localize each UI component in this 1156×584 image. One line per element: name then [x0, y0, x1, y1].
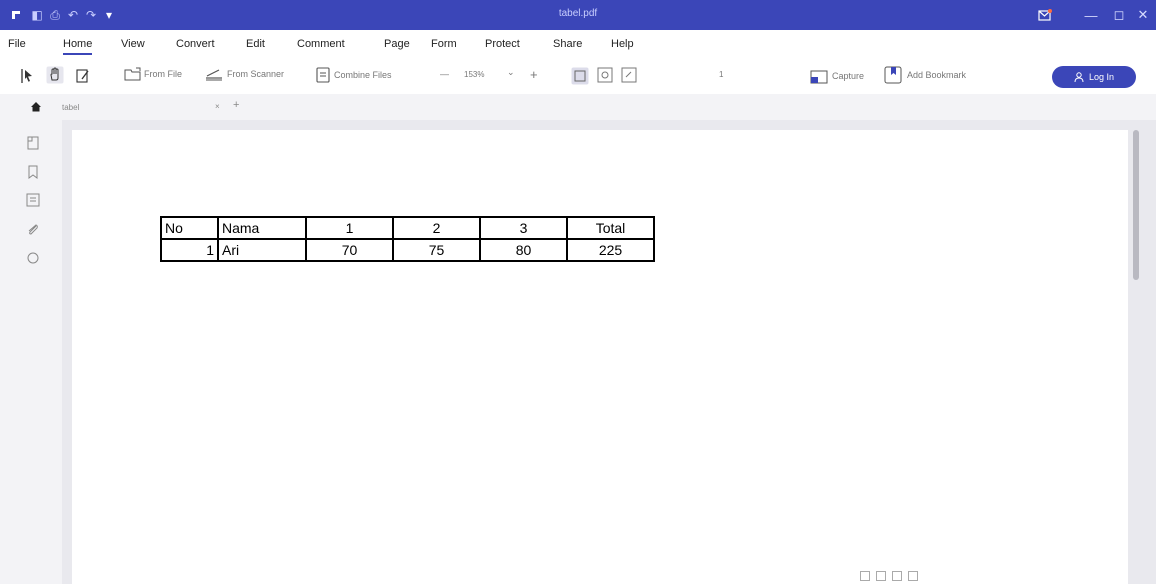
- attachments-icon[interactable]: [26, 223, 40, 237]
- combine-files-icon: [316, 67, 330, 83]
- table-cell: 70: [305, 238, 394, 262]
- thumbnails-icon[interactable]: [26, 136, 40, 150]
- bookmark-icon: [884, 66, 902, 84]
- table-header-row: No Nama 1 2 3 Total: [160, 216, 655, 240]
- zoom-dropdown-icon[interactable]: ⌄: [507, 67, 515, 78]
- actual-size-icon[interactable]: [621, 67, 637, 83]
- menu-help[interactable]: Help: [611, 38, 634, 50]
- fit-page-icon[interactable]: [571, 67, 589, 85]
- status-bar: [860, 569, 918, 583]
- document-tab-bar: tabel × +: [0, 94, 1156, 120]
- from-file-button[interactable]: From File: [124, 67, 182, 81]
- capture-label: Capture: [832, 71, 865, 81]
- scanner-icon: [206, 69, 222, 81]
- document-table: No Nama 1 2 3 Total 1 Ari 70 75 80 225: [160, 216, 655, 262]
- zoom-level[interactable]: 153%: [464, 70, 484, 79]
- continuous-view-icon[interactable]: [876, 571, 886, 581]
- menu-file[interactable]: File: [8, 38, 26, 50]
- left-panel: [0, 120, 62, 584]
- select-tool-icon[interactable]: [20, 68, 34, 84]
- table-cell: 75: [392, 238, 481, 262]
- from-file-label: From File: [144, 69, 182, 79]
- menu-page[interactable]: Page: [384, 38, 410, 50]
- fit-width-icon[interactable]: [597, 67, 613, 83]
- user-icon: [1074, 72, 1084, 82]
- table-header-cell: 2: [392, 216, 481, 240]
- from-file-icon: [124, 67, 141, 81]
- home-icon[interactable]: [30, 101, 42, 114]
- table-header-cell: Nama: [217, 216, 307, 240]
- from-scanner-button[interactable]: From Scanner: [204, 67, 284, 81]
- window-title: tabel.pdf: [558, 8, 598, 19]
- combine-files-button[interactable]: Combine Files: [316, 67, 392, 83]
- close-tab-icon[interactable]: ×: [215, 102, 220, 111]
- minimize-button[interactable]: —: [1076, 0, 1106, 30]
- table-header-cell: No: [160, 216, 219, 240]
- two-page-view-icon[interactable]: [892, 571, 902, 581]
- single-page-view-icon[interactable]: [860, 571, 870, 581]
- menu-convert[interactable]: Convert: [176, 38, 215, 50]
- pdf-page: [72, 130, 1128, 584]
- search-panel-icon[interactable]: [26, 251, 40, 265]
- table-cell: 1: [160, 238, 219, 262]
- combine-files-label: Combine Files: [334, 70, 392, 80]
- table-header-cell: 1: [305, 216, 394, 240]
- scroll-view-icon[interactable]: [908, 571, 918, 581]
- zoom-in-button[interactable]: +: [530, 67, 538, 82]
- close-button[interactable]: ✕: [1128, 0, 1156, 30]
- menu-home[interactable]: Home: [63, 38, 93, 55]
- menu-protect[interactable]: Protect: [485, 38, 520, 50]
- comments-panel-icon[interactable]: [26, 193, 40, 207]
- menu-comment[interactable]: Comment: [297, 38, 345, 50]
- add-bookmark-label: Add Bookmark: [907, 70, 967, 80]
- vertical-scrollbar[interactable]: [1133, 130, 1139, 280]
- add-bookmark-button[interactable]: Add Bookmark: [883, 65, 966, 85]
- from-scanner-label: From Scanner: [227, 69, 285, 79]
- page-number-input[interactable]: 1: [719, 70, 723, 79]
- log-in-button[interactable]: Log In: [1052, 66, 1136, 88]
- hand-tool-icon[interactable]: [46, 66, 64, 84]
- table-row: 1 Ari 70 75 80 225: [160, 238, 655, 262]
- table-cell: Ari: [217, 238, 307, 262]
- notification-icon[interactable]: [1030, 0, 1060, 30]
- title-bar: ◧ ⎙ ↶ ↷ ▾ tabel.pdf — ◻ ✕: [0, 0, 1156, 30]
- table-cell: 80: [479, 238, 568, 262]
- ribbon-toolbar: From File From Scanner Combine Files — 1…: [0, 60, 1156, 94]
- document-tab[interactable]: tabel: [62, 103, 79, 112]
- menu-bar: File Home View Convert Edit Comment Page…: [0, 30, 1156, 60]
- log-in-label: Log In: [1088, 72, 1115, 82]
- document-viewport[interactable]: [62, 120, 1156, 584]
- table-header-cell: 3: [479, 216, 568, 240]
- edit-tool-icon[interactable]: [76, 68, 90, 84]
- capture-button[interactable]: Capture: [810, 68, 864, 84]
- zoom-out-button[interactable]: —: [440, 69, 449, 79]
- bookmarks-panel-icon[interactable]: [26, 165, 40, 179]
- menu-edit[interactable]: Edit: [246, 38, 265, 50]
- capture-icon: [810, 70, 828, 84]
- table-cell: 225: [566, 238, 655, 262]
- menu-view[interactable]: View: [121, 38, 145, 50]
- menu-form[interactable]: Form: [431, 38, 457, 50]
- table-header-cell: Total: [566, 216, 655, 240]
- menu-share[interactable]: Share: [553, 38, 582, 50]
- new-tab-button[interactable]: +: [233, 99, 239, 111]
